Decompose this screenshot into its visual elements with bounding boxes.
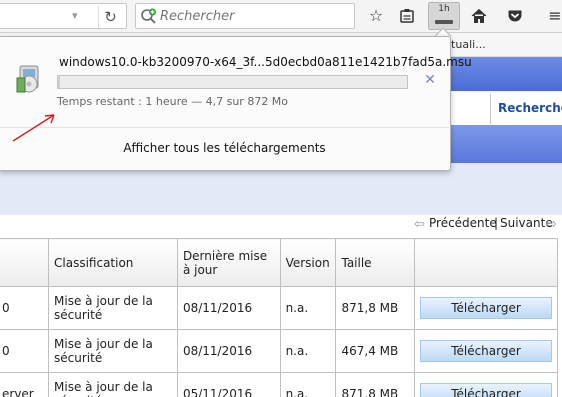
download-button[interactable]: Télécharger (420, 383, 552, 397)
search-bar[interactable] (135, 3, 355, 29)
bookmarks-menu-icon[interactable] (394, 4, 420, 28)
url-history-dropdown-icon[interactable]: ▾ (72, 9, 78, 22)
cancel-download-icon[interactable]: ✕ (422, 72, 438, 88)
table-row: 0 Mise à jour de la sécurité 08/11/2016 … (0, 286, 558, 330)
version-cell: n.a. (279, 372, 337, 397)
hamburger-menu-icon[interactable]: ≡ (542, 4, 562, 28)
search-icon[interactable] (140, 8, 158, 24)
date-cell: 08/11/2016 (176, 286, 281, 330)
pagination: ⇦ Précédente | Suivante ⇨ (414, 215, 562, 235)
next-link[interactable]: Suivante (500, 216, 553, 230)
download-time-remaining: 1h (438, 4, 450, 14)
annotation-arrow (12, 114, 55, 142)
search-tab-label: Rechercher (498, 101, 562, 115)
size-cell: 467,4 MB (335, 329, 415, 373)
bookmark-item[interactable]: ituali... (448, 38, 486, 51)
home-icon[interactable] (466, 4, 492, 28)
updates-table: Classification Dernière mise à jour Vers… (0, 238, 558, 397)
column-header-title[interactable] (0, 238, 50, 287)
pocket-shield-icon (508, 10, 522, 22)
version-cell: n.a. (279, 286, 337, 330)
classification-cell: Mise à jour de la sécurité (48, 286, 178, 330)
column-header-action (414, 238, 558, 287)
previous-link[interactable]: Précédente (429, 216, 497, 230)
download-button[interactable]: Télécharger (420, 340, 552, 362)
installer-package-icon (16, 65, 39, 93)
next-arrow-icon[interactable]: ⇨ (546, 217, 557, 232)
clipboard-icon (400, 9, 414, 23)
title-cell[interactable]: 0 (0, 286, 50, 330)
title-cell[interactable]: erver (0, 372, 50, 397)
classification-cell: Mise à jour de la sécurité (48, 372, 178, 397)
pocket-icon[interactable] (502, 4, 528, 28)
column-header-last-updated[interactable]: Dernière mise à jour (176, 238, 281, 287)
title-cell[interactable]: 0 (0, 329, 50, 373)
pager-separator: | (494, 216, 499, 230)
column-header-classification[interactable]: Classification (48, 238, 178, 287)
download-file-name: windows10.0-kb3200970-x64_3f...5d0ecbd0a… (59, 55, 472, 69)
download-progress-icon (435, 20, 453, 24)
column-header-size[interactable]: Taille (335, 238, 415, 287)
house-icon (471, 8, 487, 23)
browser-toolbar: ▾ ↻ ☆ 1h ≡ (0, 0, 562, 33)
action-cell: Télécharger (414, 372, 558, 397)
action-cell: Télécharger (414, 286, 558, 330)
date-cell: 05/11/2016 (176, 372, 281, 397)
download-item[interactable]: windows10.0-kb3200970-x64_3f...5d0ecbd0a… (0, 38, 472, 126)
downloads-button[interactable]: 1h (428, 2, 460, 30)
table-row: erver Mise à jour de la sécurité 05/11/2… (0, 372, 558, 397)
search-tab[interactable]: Rechercher (490, 94, 562, 124)
downloads-panel: windows10.0-kb3200970-x64_3f...5d0ecbd0a… (0, 36, 472, 171)
date-cell: 08/11/2016 (176, 329, 281, 373)
table-header-row: Classification Dernière mise à jour Vers… (0, 238, 558, 287)
search-input[interactable] (160, 7, 350, 25)
classification-cell: Mise à jour de la sécurité (48, 329, 178, 373)
download-progress-fill (58, 76, 60, 88)
previous-arrow-icon[interactable]: ⇦ (414, 217, 425, 232)
download-status: Temps restant : 1 heure — 4,7 sur 872 Mo (57, 95, 289, 108)
url-bar[interactable]: ▾ ↻ (0, 3, 127, 29)
download-progress-bar (57, 75, 408, 89)
download-button[interactable]: Télécharger (420, 297, 552, 319)
table-row: 0 Mise à jour de la sécurité 08/11/2016 … (0, 329, 558, 373)
size-cell: 871,8 MB (335, 372, 415, 397)
size-cell: 871,8 MB (335, 286, 415, 330)
version-cell: n.a. (279, 329, 337, 373)
action-cell: Télécharger (414, 329, 558, 373)
column-header-version[interactable]: Version (279, 238, 337, 287)
bookmark-star-icon[interactable]: ☆ (363, 4, 389, 28)
reload-icon[interactable]: ↻ (98, 6, 122, 28)
show-all-downloads-button[interactable]: Afficher tous les téléchargements (0, 128, 449, 170)
